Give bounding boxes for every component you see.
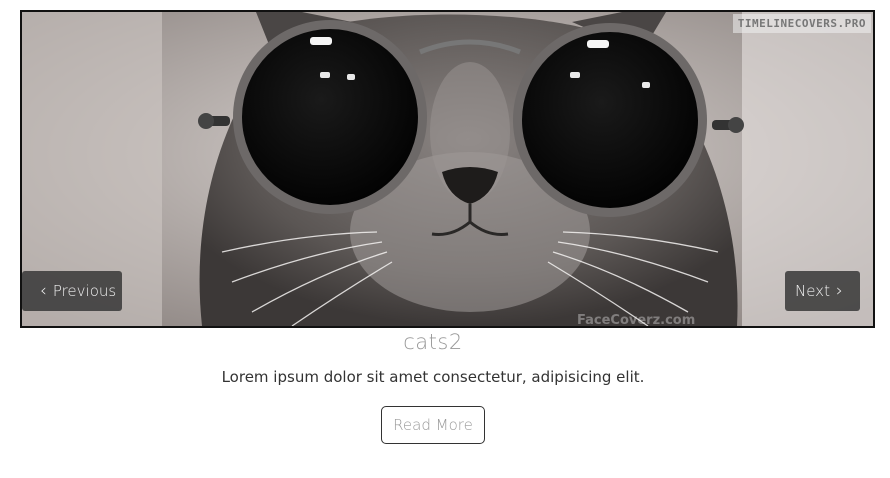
image-watermark: FaceCoverz.com [577,313,695,326]
previous-button-label: Previous [52,282,117,300]
previous-button[interactable]: ‹ Previous [22,271,122,311]
read-more-button[interactable]: Read More [381,406,485,444]
watermark-label: TIMELINECOVERS.PRO [732,14,871,33]
slide-title: cats2 [403,330,463,354]
cat-with-sunglasses-image: FaceCoverz.com [22,12,873,326]
next-button[interactable]: Next › [785,271,860,311]
image-carousel[interactable]: FaceCoverz.com TIMELINECOVERS.PRO ‹ Prev… [20,10,875,328]
chevron-right-icon: › [835,280,843,301]
slide-description: Lorem ipsum dolor sit amet consectetur, … [221,368,645,386]
chevron-left-icon: ‹ [40,280,47,301]
next-button-label: Next [795,282,830,300]
